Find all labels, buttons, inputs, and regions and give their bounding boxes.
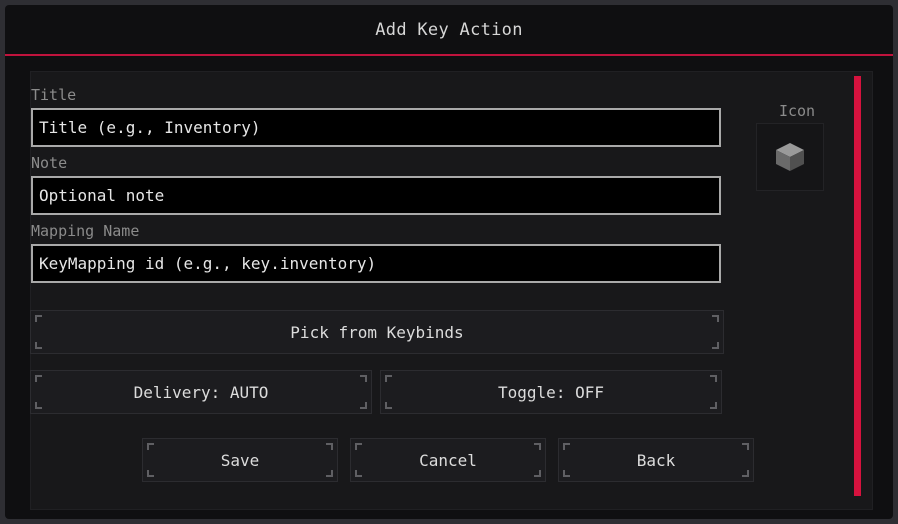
corner-decoration [712, 342, 719, 349]
corner-decoration [326, 443, 333, 450]
delivery-mode-label: Delivery: AUTO [133, 382, 269, 402]
corner-decoration [710, 402, 717, 409]
pick-from-keybinds-button[interactable]: Pick from Keybinds [30, 310, 724, 354]
corner-decoration [710, 375, 717, 382]
corner-decoration [35, 315, 42, 322]
back-button[interactable]: Back [558, 438, 754, 482]
title-input[interactable] [31, 108, 721, 147]
save-label: Save [220, 450, 260, 470]
pick-from-keybinds-label: Pick from Keybinds [290, 322, 464, 342]
scrollbar[interactable] [854, 76, 861, 496]
corner-decoration [326, 470, 333, 477]
corner-decoration [355, 470, 362, 477]
corner-decoration [35, 402, 42, 409]
back-label: Back [636, 450, 676, 470]
corner-decoration [355, 443, 362, 450]
icon-label: Icon [778, 102, 816, 120]
corner-decoration [563, 443, 570, 450]
mapping-name-label: Mapping Name [31, 222, 140, 240]
save-button[interactable]: Save [142, 438, 338, 482]
cancel-button[interactable]: Cancel [350, 438, 546, 482]
corner-decoration [147, 443, 154, 450]
mapping-name-input[interactable] [31, 244, 721, 283]
corner-decoration [563, 470, 570, 477]
corner-decoration [534, 470, 541, 477]
dialog-title: Add Key Action [375, 19, 523, 40]
corner-decoration [35, 342, 42, 349]
corner-decoration [147, 470, 154, 477]
corner-decoration [385, 375, 392, 382]
corner-decoration [534, 443, 541, 450]
cancel-label: Cancel [419, 450, 477, 470]
stone-block-icon [776, 143, 804, 171]
corner-decoration [385, 402, 392, 409]
corner-decoration [360, 402, 367, 409]
dialog-window: Add Key Action Title Note Mapping Name I… [5, 5, 893, 519]
dialog-header: Add Key Action [5, 5, 893, 56]
icon-picker[interactable] [756, 123, 824, 191]
corner-decoration [742, 443, 749, 450]
toggle-label: Toggle: OFF [498, 382, 604, 402]
delivery-mode-button[interactable]: Delivery: AUTO [30, 370, 372, 414]
note-input[interactable] [31, 176, 721, 215]
corner-decoration [35, 375, 42, 382]
corner-decoration [712, 315, 719, 322]
title-label: Title [31, 86, 77, 104]
corner-decoration [360, 375, 367, 382]
note-label: Note [31, 154, 68, 172]
toggle-button[interactable]: Toggle: OFF [380, 370, 722, 414]
corner-decoration [742, 470, 749, 477]
